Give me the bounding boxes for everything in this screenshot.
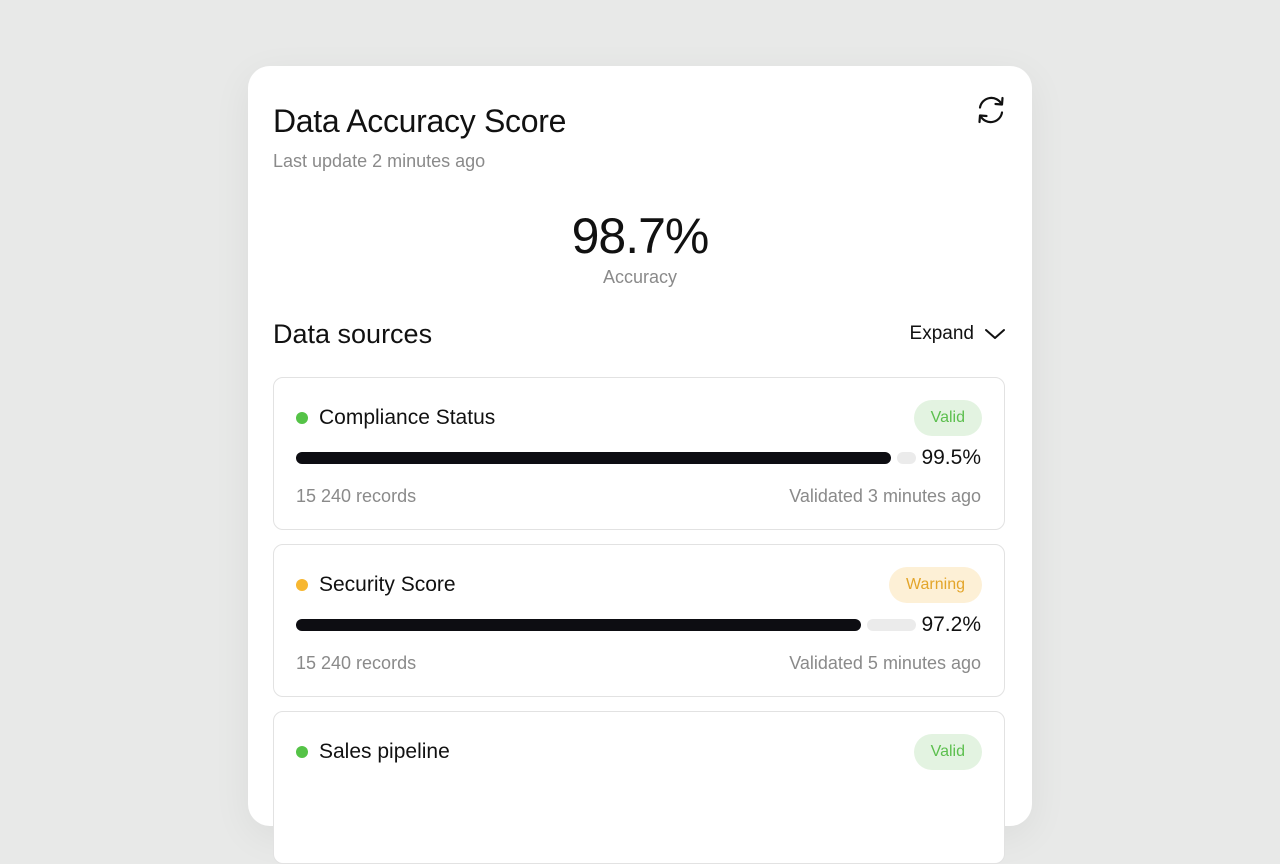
validated-time: Validated 3 minutes ago (789, 486, 981, 506)
status-badge: Valid (913, 400, 982, 436)
status-dot (296, 746, 308, 758)
progress-bar-fill (296, 452, 891, 464)
source-percent: 97.2% (921, 613, 981, 636)
source-name: Sales pipeline (319, 740, 450, 763)
expand-button[interactable]: Expand (910, 322, 1006, 346)
progress-bar (296, 619, 916, 631)
refresh-icon (978, 96, 1004, 124)
accuracy-score-value: 98.7% (571, 208, 710, 264)
refresh-button[interactable] (974, 93, 1008, 127)
data-source-card[interactable]: Security Score Warning 97.2% 15 240 reco… (273, 544, 1005, 697)
progress-bar-remainder (897, 452, 916, 464)
source-percent: 99.5% (921, 446, 981, 469)
status-badge: Valid (913, 734, 982, 770)
data-source-card[interactable]: Sales pipeline Valid (273, 711, 1005, 864)
chevron-down-icon (985, 329, 1005, 339)
progress-bar-remainder (867, 619, 916, 631)
source-name: Compliance Status (319, 406, 496, 429)
validated-time: Validated 5 minutes ago (789, 653, 981, 673)
progress-bar (296, 452, 916, 464)
progress-bar-fill (296, 619, 861, 631)
status-badge: Warning (889, 567, 982, 603)
expand-label: Expand (909, 323, 974, 344)
card-title: Data Accuracy Score (273, 103, 567, 139)
data-accuracy-card: Data Accuracy Score Last update 2 minute… (248, 66, 1032, 864)
records-count: 15 240 records (296, 486, 417, 506)
accuracy-score-label: Accuracy (602, 267, 678, 287)
records-count: 15 240 records (296, 653, 417, 673)
source-name: Security Score (319, 573, 456, 596)
data-source-card[interactable]: Compliance Status Valid 99.5% 15 240 rec… (273, 377, 1005, 530)
status-dot (296, 412, 308, 424)
last-update-text: Last update 2 minutes ago (273, 151, 486, 171)
data-sources-heading: Data sources (273, 319, 433, 349)
status-dot (296, 579, 308, 591)
